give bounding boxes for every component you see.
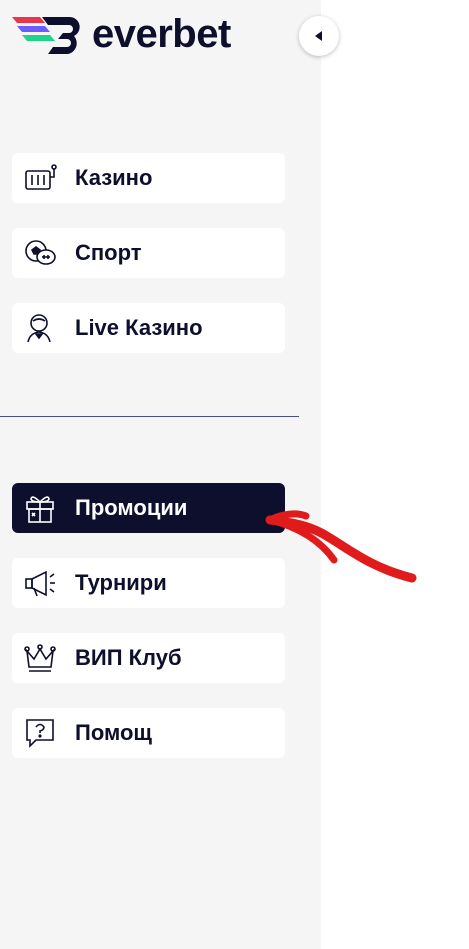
sidebar-item-label: Помощ <box>75 720 152 745</box>
sidebar-item-promotions[interactable]: Промоции <box>12 483 285 533</box>
megaphone-icon <box>24 567 60 599</box>
sidebar-item-live-casino[interactable]: Live Казино <box>12 303 285 353</box>
crown-icon <box>24 642 60 674</box>
dealer-icon <box>24 312 60 344</box>
sports-balls-icon <box>24 237 60 269</box>
sidebar-divider <box>0 416 299 417</box>
sidebar: everbet Казино Спорт Live Казино Промоци… <box>0 0 339 949</box>
sidebar-item-label: Спорт <box>75 240 142 265</box>
sidebar-item-sport[interactable]: Спорт <box>12 228 285 278</box>
sidebar-item-label: Промоции <box>75 495 188 520</box>
collapse-sidebar-button[interactable] <box>299 16 339 56</box>
slot-machine-icon <box>24 162 60 194</box>
gift-icon <box>24 492 60 524</box>
sidebar-item-label: Live Казино <box>75 315 203 340</box>
help-chat-icon <box>24 717 60 749</box>
logo[interactable]: everbet <box>12 12 231 56</box>
sidebar-item-label: Турнири <box>75 570 167 595</box>
sidebar-item-label: Казино <box>75 165 153 190</box>
triangle-left-icon <box>315 31 322 41</box>
sidebar-item-vip-club[interactable]: ВИП Клуб <box>12 633 285 683</box>
sidebar-item-label: ВИП Клуб <box>75 645 182 670</box>
logo-text: everbet <box>92 12 231 56</box>
sidebar-item-casino[interactable]: Казино <box>12 153 285 203</box>
sidebar-item-help[interactable]: Помощ <box>12 708 285 758</box>
sidebar-item-tournaments[interactable]: Турнири <box>12 558 285 608</box>
logo-mark-icon <box>12 17 80 54</box>
